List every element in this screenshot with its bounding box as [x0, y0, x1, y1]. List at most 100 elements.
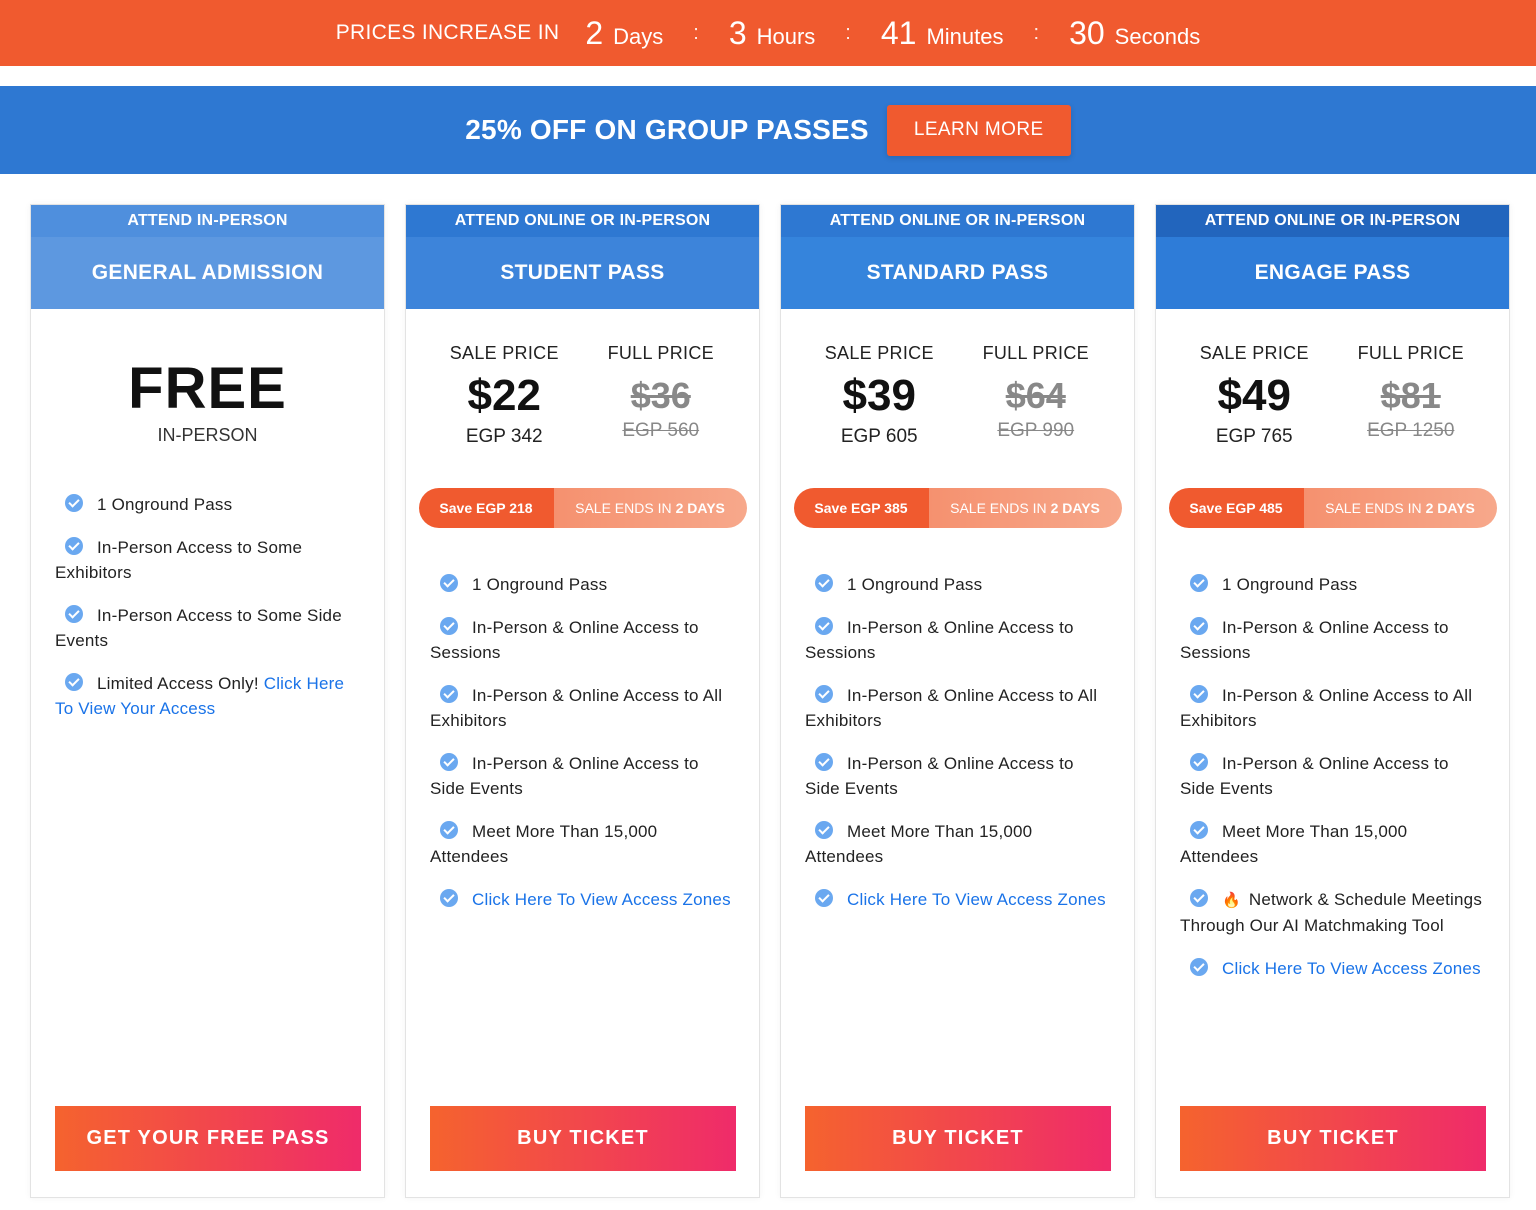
full-price-col: FULL PRICE $64 EGP 990: [961, 343, 1111, 448]
promo-text: 25% OFF ON GROUP PASSES: [465, 114, 869, 145]
feature-item: 1 Onground Pass: [805, 572, 1110, 597]
feature-text: Meet More Than 15,000 Attendees: [430, 822, 658, 866]
check-circle-icon: [815, 753, 833, 771]
pricing-card-student-pass: ATTEND ONLINE OR IN-PERSON STUDENT PASS S…: [405, 204, 760, 1198]
feature-text: In-Person & Online Access to Sessions: [430, 618, 699, 662]
sale-price-label: SALE PRICE: [824, 343, 934, 363]
full-price: $81: [1380, 375, 1441, 416]
savings-pill: Save EGP 485 SALE ENDS IN 2 DAYS: [1168, 488, 1497, 528]
feature-item: 1 Onground Pass: [430, 572, 735, 597]
full-price-label: FULL PRICE: [607, 343, 714, 363]
buy-ticket-button[interactable]: BUY TICKET: [805, 1106, 1111, 1171]
savings-amount: Save EGP 218: [418, 488, 554, 528]
full-price-label: FULL PRICE: [982, 343, 1089, 363]
check-circle-icon: [1190, 574, 1208, 592]
feature-text: In-Person & Online Access to Side Events: [430, 754, 699, 798]
price-subtitle: IN-PERSON: [157, 425, 258, 445]
feature-text: In-Person & Online Access to Sessions: [1180, 618, 1449, 662]
feature-text: 1 Onground Pass: [847, 575, 983, 594]
feature-text: In-Person Access to Some Side Events: [55, 606, 342, 650]
buy-ticket-button[interactable]: BUY TICKET: [430, 1106, 736, 1171]
feature-text: In-Person & Online Access to All Exhibit…: [1180, 686, 1473, 730]
sale-price-label: SALE PRICE: [449, 343, 559, 363]
feature-item: Click Here To View Access Zones: [805, 887, 1110, 912]
check-circle-icon: [440, 753, 458, 771]
feature-item: 1 Onground Pass: [55, 492, 360, 517]
check-circle-icon: [65, 605, 83, 623]
price-row: SALE PRICE $39 EGP 605 FULL PRICE $64 EG…: [781, 343, 1134, 448]
sale-price: $49: [1217, 371, 1291, 420]
feature-text: In-Person & Online Access to Sessions: [805, 618, 1074, 662]
feature-text: Meet More Than 15,000 Attendees: [1180, 822, 1408, 866]
feature-item: In-Person Access to Some Exhibitors: [55, 535, 360, 585]
feature-item: In-Person & Online Access to Sessions: [805, 615, 1110, 665]
check-circle-icon: [815, 685, 833, 703]
sale-price-label: SALE PRICE: [1199, 343, 1309, 363]
sale-price-col: SALE PRICE $22 EGP 342: [429, 343, 579, 448]
check-circle-icon: [65, 537, 83, 555]
feature-text: 1 Onground Pass: [472, 575, 608, 594]
sale-ends-badge: SALE ENDS IN 2 DAYS: [553, 488, 747, 528]
countdown-bar: PRICES INCREASE IN 2 Days : 3 Hours : 41 Mi…: [0, 0, 1536, 66]
feature-item: In-Person & Online Access to Sessions: [1180, 615, 1485, 665]
feature-item: In-Person & Online Access to Sessions: [430, 615, 735, 665]
check-circle-icon: [65, 673, 83, 691]
feature-list: 1 Onground Pass In-Person Access to Some …: [31, 492, 384, 721]
countdown-separator: :: [693, 21, 699, 44]
plan-title: STUDENT PASS: [406, 237, 759, 309]
feature-text: In-Person & Online Access to Side Events: [1180, 754, 1449, 798]
check-circle-icon: [815, 617, 833, 635]
check-circle-icon: [440, 889, 458, 907]
feature-item: Meet More Than 15,000 Attendees: [430, 819, 735, 869]
check-circle-icon: [815, 889, 833, 907]
pricing-card-general-admission: ATTEND IN-PERSON GENERAL ADMISSION FREE I…: [30, 204, 385, 1198]
sale-price-col: SALE PRICE $39 EGP 605: [804, 343, 954, 448]
full-price: $64: [1005, 375, 1066, 416]
check-circle-icon: [440, 574, 458, 592]
feature-item: Limited Access Only! Click Here To View …: [55, 671, 360, 721]
check-circle-icon: [1190, 821, 1208, 839]
feature-item: Meet More Than 15,000 Attendees: [805, 819, 1110, 869]
learn-more-button[interactable]: LEARN MORE: [886, 104, 1071, 156]
feature-text: 1 Onground Pass: [1222, 575, 1358, 594]
plan-attend-mode: ATTEND IN-PERSON: [31, 205, 384, 237]
feature-text: Limited Access Only!: [97, 674, 264, 693]
view-access-link[interactable]: Click Here To View Access Zones: [847, 890, 1106, 909]
plan-attend-mode: ATTEND ONLINE OR IN-PERSON: [1156, 205, 1509, 237]
plan-title: ENGAGE PASS: [1156, 237, 1509, 309]
feature-text: In-Person & Online Access to All Exhibit…: [430, 686, 723, 730]
view-access-link[interactable]: Click Here To View Access Zones: [472, 890, 731, 909]
feature-text: In-Person & Online Access to All Exhibit…: [805, 686, 1098, 730]
feature-item: 🔥 Network & Schedule Meetings Through Our…: [1180, 887, 1485, 938]
feature-text: In-Person & Online Access to Side Events: [805, 754, 1074, 798]
group-promo-bar: 25% OFF ON GROUP PASSES LEARN MORE: [0, 86, 1536, 174]
sale-price: $22: [467, 371, 541, 420]
fire-icon: 🔥: [1222, 892, 1241, 909]
countdown-minutes: 41 Minutes: [880, 14, 1004, 51]
savings-amount: Save EGP 485: [1168, 488, 1304, 528]
buy-ticket-button[interactable]: BUY TICKET: [1180, 1106, 1486, 1171]
sale-price: $39: [842, 371, 916, 420]
check-circle-icon: [65, 494, 83, 512]
feature-list: 1 Onground Pass In-Person & Online Access…: [1156, 572, 1509, 981]
free-price-block: FREE IN-PERSON: [31, 359, 384, 446]
sale-price-egp: EGP 765: [1215, 426, 1293, 447]
full-price-egp: EGP 990: [997, 420, 1075, 441]
sale-price-egp: EGP 605: [840, 426, 918, 447]
check-circle-icon: [440, 821, 458, 839]
check-circle-icon: [1190, 617, 1208, 635]
full-price-label: FULL PRICE: [1357, 343, 1464, 363]
full-price-egp: EGP 1250: [1367, 420, 1455, 441]
countdown-hours: 3 Hours: [728, 14, 816, 51]
countdown-separator: :: [1033, 21, 1040, 44]
sale-ends-badge: SALE ENDS IN 2 DAYS: [928, 488, 1122, 528]
plan-attend-mode: ATTEND ONLINE OR IN-PERSON: [781, 205, 1134, 237]
view-access-link[interactable]: Click Here To View Access Zones: [1222, 959, 1481, 978]
feature-item: Click Here To View Access Zones: [1180, 956, 1485, 981]
get-free-pass-button[interactable]: GET YOUR FREE PASS: [55, 1106, 361, 1171]
feature-item: In-Person & Online Access to Side Events: [805, 751, 1110, 801]
sale-ends-badge: SALE ENDS IN 2 DAYS: [1303, 488, 1497, 528]
check-circle-icon: [815, 821, 833, 839]
price-row: SALE PRICE $22 EGP 342 FULL PRICE $36 EG…: [406, 343, 759, 448]
plan-attend-mode: ATTEND ONLINE OR IN-PERSON: [406, 205, 759, 237]
